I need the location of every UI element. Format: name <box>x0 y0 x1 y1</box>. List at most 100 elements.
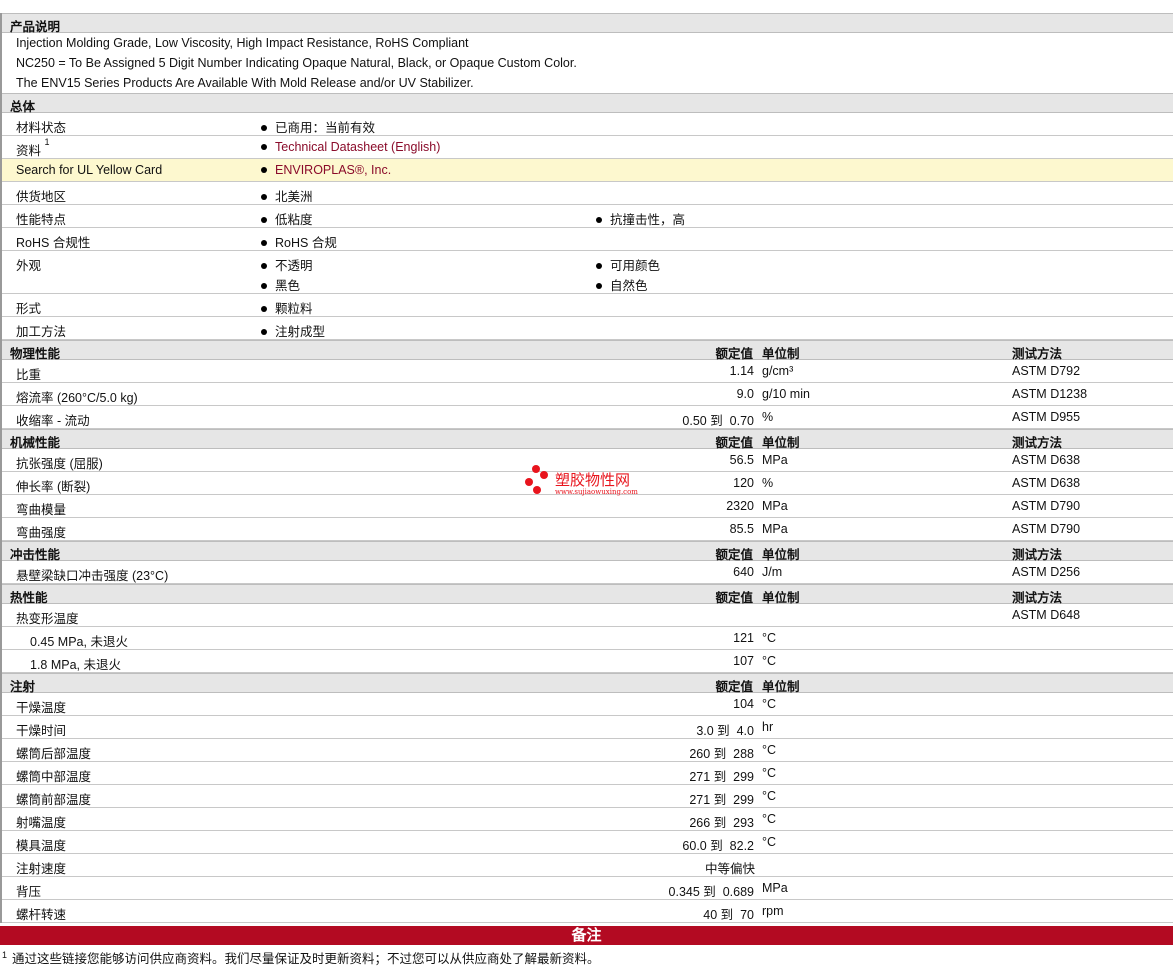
nominal-value: 260 到 288 <box>689 747 754 761</box>
unit: °C <box>762 654 777 668</box>
row-label: 螺杆转速 <box>16 904 66 923</box>
bullet-item: 低粘度 <box>261 209 313 229</box>
table-row: 热变形温度 ASTM D648 <box>2 604 1173 627</box>
row-label-text: 收缩率 - 流动 <box>16 414 90 428</box>
table-row: 熔流率 (260°C/5.0 kg) 9.0 g/10 min ASTM D1238 <box>2 383 1173 406</box>
section-title: 产品说明 <box>10 20 61 34</box>
value-text: 可用颜色 <box>610 259 661 273</box>
table-row: 模具温度 60.0 到 82.2 °C <box>2 831 1173 854</box>
row-label: 抗张强度 (屈服) <box>16 453 103 472</box>
value-list: 注射成型 <box>261 321 325 341</box>
nominal-value: 121 <box>733 631 754 645</box>
row-label: 射嘴温度 <box>16 812 66 831</box>
row-label-text: 悬壁梁缺口冲击强度 (23°C) <box>16 569 169 583</box>
table-row: 螺杆转速 40 到 70 rpm <box>2 900 1173 923</box>
row-label-text: 螺筒中部温度 <box>16 770 92 784</box>
table-row: 抗张强度 (屈服) 56.5 MPa ASTM D638 <box>2 449 1173 472</box>
unit: g/10 min <box>762 387 810 401</box>
value-list: 北美洲 <box>261 186 313 206</box>
unit: % <box>762 476 774 490</box>
row-label-text: 热变形温度 <box>16 612 79 626</box>
unit: g/cm³ <box>762 364 794 378</box>
row-label: 外观 <box>16 255 41 274</box>
value-text: 已商用：当前有效 <box>275 121 376 135</box>
bullet-icon <box>261 166 267 173</box>
bullet-icon <box>261 124 267 131</box>
unit: °C <box>762 743 777 757</box>
bullet-item: 不透明 <box>261 255 313 275</box>
table-row: RoHS 合规性 RoHS 合规 <box>2 228 1173 251</box>
value-list: 不透明 黑色 <box>261 255 313 295</box>
row-label: 伸长率 (断裂) <box>16 476 90 495</box>
value-text: 黑色 <box>275 279 301 293</box>
bullet-item: 可用颜色 <box>596 255 660 275</box>
table-row: 材料状态 已商用：当前有效 <box>2 113 1173 136</box>
value-list: 低粘度 <box>261 209 313 229</box>
nominal-value: 266 到 293 <box>689 816 754 830</box>
nominal-value: 271 到 299 <box>689 770 754 784</box>
nominal-value: 85.5 <box>729 522 754 536</box>
table-row: 外观 不透明黑色 可用颜色自然色 <box>2 251 1173 294</box>
row-label-text[interactable]: Search for UL Yellow Card <box>16 163 162 177</box>
row-label-text: 弯曲强度 <box>16 526 67 540</box>
value-text: 自然色 <box>610 279 648 293</box>
description-line: NC250 = To Be Assigned 5 Digit Number In… <box>16 56 577 70</box>
table-row: 收缩率 - 流动 0.50 到 0.70% ASTM D955 <box>2 406 1173 429</box>
vendor-link[interactable]: Technical Datasheet (English) <box>275 140 440 154</box>
row-label: 0.45 MPa, 未退火 <box>30 631 128 650</box>
row-label: 1.8 MPa, 未退火 <box>30 654 121 673</box>
section-header: 物理性能 额定值 单位制 测试方法 <box>2 340 1173 361</box>
table-row: 干燥时间 3.0 到 4.0 hr <box>2 716 1173 739</box>
row-label: 模具温度 <box>16 835 66 854</box>
bullet-icon <box>596 216 602 223</box>
row-label-text: 螺杆转速 <box>16 908 67 922</box>
bullet-item: RoHS 合规 <box>261 232 337 252</box>
table-row: 资料 1 Technical Datasheet (English) <box>2 136 1173 159</box>
datasheet-table: 产品说明 Injection Molding Grade, Low Viscosi… <box>0 13 1173 923</box>
footnote-ref[interactable]: 1 <box>45 137 50 147</box>
row-label-text: 螺筒前部温度 <box>16 793 92 807</box>
section-header: 冲击性能 额定值 单位制 测试方法 <box>2 541 1173 562</box>
row-label-text: 1.8 MPa, 未退火 <box>30 658 121 672</box>
row-label: 背压 <box>16 881 41 900</box>
table-row: Search for UL Yellow Card ENVIROPLAS®, In… <box>2 159 1173 182</box>
row-label: 收缩率 - 流动 <box>16 410 90 429</box>
row-label: 弯曲模量 <box>16 499 66 518</box>
table-row: 背压 0.345 到 0.689 MPa <box>2 877 1173 900</box>
test-method: ASTM D1238 <box>1012 387 1088 401</box>
value-list: ENVIROPLAS®, Inc. <box>261 163 391 183</box>
unit: J/m <box>762 565 783 579</box>
table-row: 形式 颗粒料 <box>2 294 1173 317</box>
row-label-text: 性能特点 <box>16 213 67 227</box>
bullet-icon <box>261 143 267 150</box>
test-method: ASTM D790 <box>1012 499 1081 513</box>
row-label-text: 熔流率 (260°C/5.0 kg) <box>16 391 138 405</box>
row-label: 悬壁梁缺口冲击强度 (23°C) <box>16 565 168 584</box>
section-header: 热性能 额定值 单位制 测试方法 <box>2 584 1173 605</box>
table-row: 0.45 MPa, 未退火 121 °C <box>2 627 1173 650</box>
unit: rpm <box>762 904 784 918</box>
test-method: ASTM D792 <box>1012 364 1081 378</box>
row-label-text: 射嘴温度 <box>16 816 67 830</box>
nominal-value: 107 <box>733 654 754 668</box>
notes-header: 备注 <box>0 926 1173 945</box>
value-text: 北美洲 <box>275 190 313 204</box>
row-label-text: 注射速度 <box>16 862 67 876</box>
row-label-text: 0.45 MPa, 未退火 <box>30 635 128 649</box>
row-label-text: 外观 <box>16 259 42 273</box>
nominal-value: 40 到 70 <box>703 908 754 922</box>
bullet-item: Technical Datasheet (English) <box>261 140 440 160</box>
value-text: 抗撞击性，高 <box>610 213 686 227</box>
nominal-value: 0.50 到 0.70 <box>682 414 754 428</box>
footnote-text: 通过这些链接您能够访问供应商资料。我们尽量保证及时更新资料；不过您可以从供应商处… <box>12 952 600 966</box>
row-label-text: 干燥温度 <box>16 701 67 715</box>
row-label: 比重 <box>16 364 41 383</box>
unit: hr <box>762 720 774 734</box>
row-label: 资料 1 <box>16 137 50 159</box>
row-label: 螺筒中部温度 <box>16 766 91 785</box>
row-label-text: 背压 <box>16 885 42 899</box>
bullet-item: 已商用：当前有效 <box>261 117 375 137</box>
bullet-item: 颗粒料 <box>261 298 313 318</box>
vendor-link[interactable]: ENVIROPLAS®, Inc. <box>275 163 391 177</box>
row-label-text: 弯曲模量 <box>16 503 67 517</box>
